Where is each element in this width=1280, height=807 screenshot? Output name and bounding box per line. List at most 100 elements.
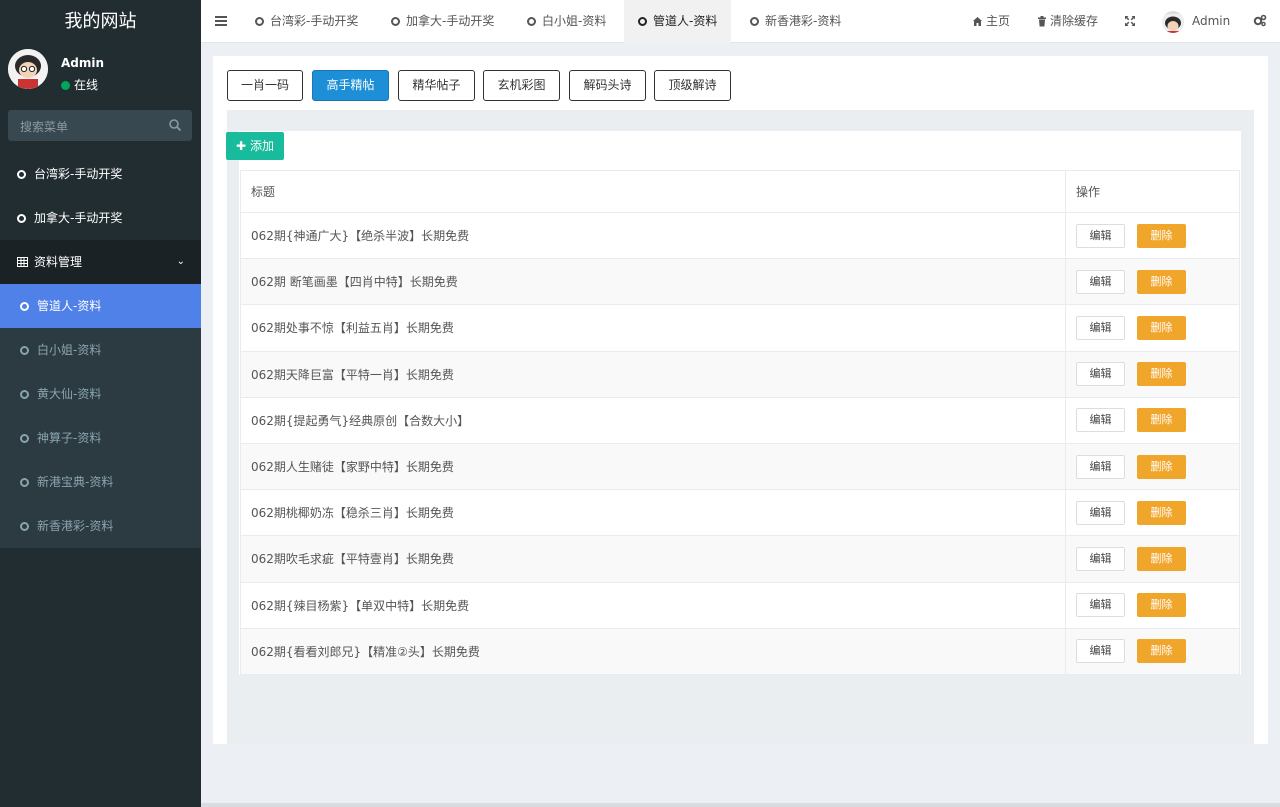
table-row: 062期{看看刘郎兄}【精准②头】长期免费 编辑 删除 — [240, 628, 1240, 675]
delete-button[interactable]: 删除 — [1137, 408, 1186, 433]
sidebar-item-label: 神算子-资料 — [37, 431, 102, 445]
add-button-label: 添加 — [249, 139, 274, 153]
tab-label: 台湾彩-手动开奖 — [270, 14, 359, 28]
category-button-xuanjicaitu[interactable]: 玄机彩图 — [483, 70, 560, 101]
sidebar-item-xinxianggang[interactable]: 新香港彩-资料 — [0, 504, 201, 548]
fullscreen-button[interactable] — [1124, 0, 1139, 43]
category-button-jiematoushi[interactable]: 解码头诗 — [569, 70, 646, 101]
table-row: 062期{提起勇气}经典原创【合数大小】 编辑 删除 — [240, 397, 1240, 444]
delete-button[interactable]: 删除 — [1137, 223, 1186, 248]
tab-xinxianggang[interactable]: 新香港彩-资料 — [736, 0, 855, 43]
delete-button[interactable]: 删除 — [1137, 362, 1186, 387]
table-row: 062期天降巨富【平特一肖】长期免费 编辑 删除 — [240, 351, 1240, 398]
table-row: 062期{神通广大}【绝杀半波】长期免费 编辑 删除 — [240, 213, 1240, 260]
row-title: 062期{辣目杨紫}【单双中特】长期免费 — [240, 582, 1066, 628]
category-button-gaoshoujingtie[interactable]: 高手精帖 — [312, 70, 389, 101]
tab-canada[interactable]: 加拿大-手动开奖 — [377, 0, 508, 43]
delete-button[interactable]: 删除 — [1137, 315, 1186, 340]
delete-button[interactable]: 删除 — [1137, 593, 1186, 618]
tab-label: 新香港彩-资料 — [765, 14, 842, 28]
tab-taiwan[interactable]: 台湾彩-手动开奖 — [241, 0, 372, 43]
category-button-dingjijieshi[interactable]: 顶级解诗 — [654, 70, 731, 101]
sidebar-item-guandaoren[interactable]: 管道人-资料 — [0, 284, 201, 328]
sidebar-item-label: 白小姐-资料 — [37, 343, 102, 357]
main-content: 一肖一码 高手精帖 精华帖子 玄机彩图 解码头诗 顶级解诗 ✚ 添加 标题 操作… — [213, 56, 1268, 744]
row-actions: 编辑 删除 — [1066, 397, 1240, 443]
delete-button[interactable]: 删除 — [1137, 454, 1186, 479]
sidebar-item-shensuanzi[interactable]: 神算子-资料 — [0, 416, 201, 460]
sidebar-menu: 台湾彩-手动开奖 加拿大-手动开奖 资料管理 ⌄ 管道人-资料 白小姐-资料 黄… — [0, 152, 201, 548]
home-link[interactable]: 主页 — [972, 0, 1010, 43]
circle-icon — [20, 302, 29, 311]
circle-icon — [17, 214, 26, 223]
circle-icon — [20, 346, 29, 355]
sidebar-item-canada[interactable]: 加拿大-手动开奖 — [0, 196, 201, 240]
sidebar-group-label: 资料管理 — [34, 255, 83, 269]
search-placeholder: 搜索菜单 — [20, 120, 69, 134]
edit-button[interactable]: 编辑 — [1076, 362, 1125, 387]
sidebar-item-huangdaxian[interactable]: 黄大仙-资料 — [0, 372, 201, 416]
circle-icon — [20, 390, 29, 399]
tab-label: 加拿大-手动开奖 — [406, 14, 495, 28]
online-dot-icon — [61, 81, 70, 90]
admin-avatar — [1162, 10, 1184, 33]
sidebar-item-xingangbaodian[interactable]: 新港宝典-资料 — [0, 460, 201, 504]
row-title: 062期天降巨富【平特一肖】长期免费 — [240, 351, 1066, 397]
search-icon[interactable] — [168, 118, 182, 132]
circle-icon — [20, 478, 29, 487]
tab-guandaoren[interactable]: 管道人-资料 — [624, 0, 732, 43]
search-menu-input[interactable]: 搜索菜单 — [8, 110, 192, 141]
sidebar-item-label: 新港宝典-资料 — [37, 475, 114, 489]
delete-button[interactable]: 删除 — [1137, 500, 1186, 525]
row-actions: 编辑 删除 — [1066, 443, 1240, 490]
delete-button[interactable]: 删除 — [1137, 639, 1186, 664]
menu-toggle-icon[interactable] — [213, 13, 229, 29]
row-title: 062期{神通广大}【绝杀半波】长期免费 — [240, 213, 1066, 259]
edit-button[interactable]: 编辑 — [1076, 454, 1125, 479]
table-row: 062期人生赌徒【家野中特】长期免费 编辑 删除 — [240, 443, 1240, 491]
tab-baixiaojie[interactable]: 白小姐-资料 — [513, 0, 620, 43]
row-actions: 编辑 删除 — [1066, 628, 1240, 674]
delete-button[interactable]: 删除 — [1137, 546, 1186, 571]
category-button-jinghuatiezi[interactable]: 精华帖子 — [398, 70, 475, 101]
table-row: 062期吹毛求疵【平特壹肖】长期免费 编辑 删除 — [240, 536, 1240, 583]
sidebar-item-baixiaojie[interactable]: 白小姐-资料 — [0, 328, 201, 372]
edit-button[interactable]: 编辑 — [1076, 223, 1125, 248]
settings-button[interactable] — [1253, 0, 1270, 43]
header-action: 操作 — [1066, 171, 1240, 212]
sidebar-submenu: 管道人-资料 白小姐-资料 黄大仙-资料 神算子-资料 新港宝典-资料 新香港彩… — [0, 284, 201, 548]
sidebar-item-taiwan[interactable]: 台湾彩-手动开奖 — [0, 152, 201, 196]
header-title: 标题 — [240, 171, 1066, 212]
circle-icon — [20, 434, 29, 443]
delete-button[interactable]: 删除 — [1137, 269, 1186, 294]
admin-menu[interactable]: Admin — [1162, 0, 1230, 43]
trash-icon — [1038, 16, 1046, 27]
category-button-yixiaoyima[interactable]: 一肖一码 — [227, 70, 303, 101]
clear-cache-button[interactable]: 清除缓存 — [1037, 0, 1098, 43]
row-actions: 编辑 删除 — [1066, 351, 1240, 397]
sidebar-item-label: 台湾彩-手动开奖 — [34, 167, 123, 181]
add-button[interactable]: ✚ 添加 — [226, 132, 284, 160]
sidebar-group-data-management[interactable]: 资料管理 ⌄ — [0, 240, 201, 284]
edit-button[interactable]: 编辑 — [1076, 408, 1125, 433]
edit-button[interactable]: 编辑 — [1076, 269, 1125, 294]
home-label: 主页 — [986, 14, 1011, 28]
row-title: 062期 断笔画墨【四肖中特】长期免费 — [240, 259, 1066, 305]
row-actions: 编辑 删除 — [1066, 305, 1240, 351]
table-row: 062期{辣目杨紫}【单双中特】长期免费 编辑 删除 — [240, 582, 1240, 629]
user-name: Admin — [61, 56, 105, 70]
edit-button[interactable]: 编辑 — [1076, 500, 1125, 525]
edit-button[interactable]: 编辑 — [1076, 593, 1125, 618]
edit-button[interactable]: 编辑 — [1076, 639, 1125, 664]
edit-button[interactable]: 编辑 — [1076, 546, 1125, 571]
row-title: 062期吹毛求疵【平特壹肖】长期免费 — [240, 536, 1066, 582]
table-header-row: 标题 操作 — [240, 171, 1240, 213]
site-title[interactable]: 我的网站 — [0, 0, 201, 43]
sidebar-item-label: 黄大仙-资料 — [37, 387, 102, 401]
row-actions: 编辑 删除 — [1066, 536, 1240, 582]
row-title: 062期{看看刘郎兄}【精准②头】长期免费 — [240, 628, 1066, 674]
row-actions: 编辑 删除 — [1066, 582, 1240, 628]
edit-button[interactable]: 编辑 — [1076, 315, 1125, 340]
table-row: 062期桃椰奶冻【稳杀三肖】长期免费 编辑 删除 — [240, 490, 1240, 537]
circle-icon — [391, 17, 400, 26]
